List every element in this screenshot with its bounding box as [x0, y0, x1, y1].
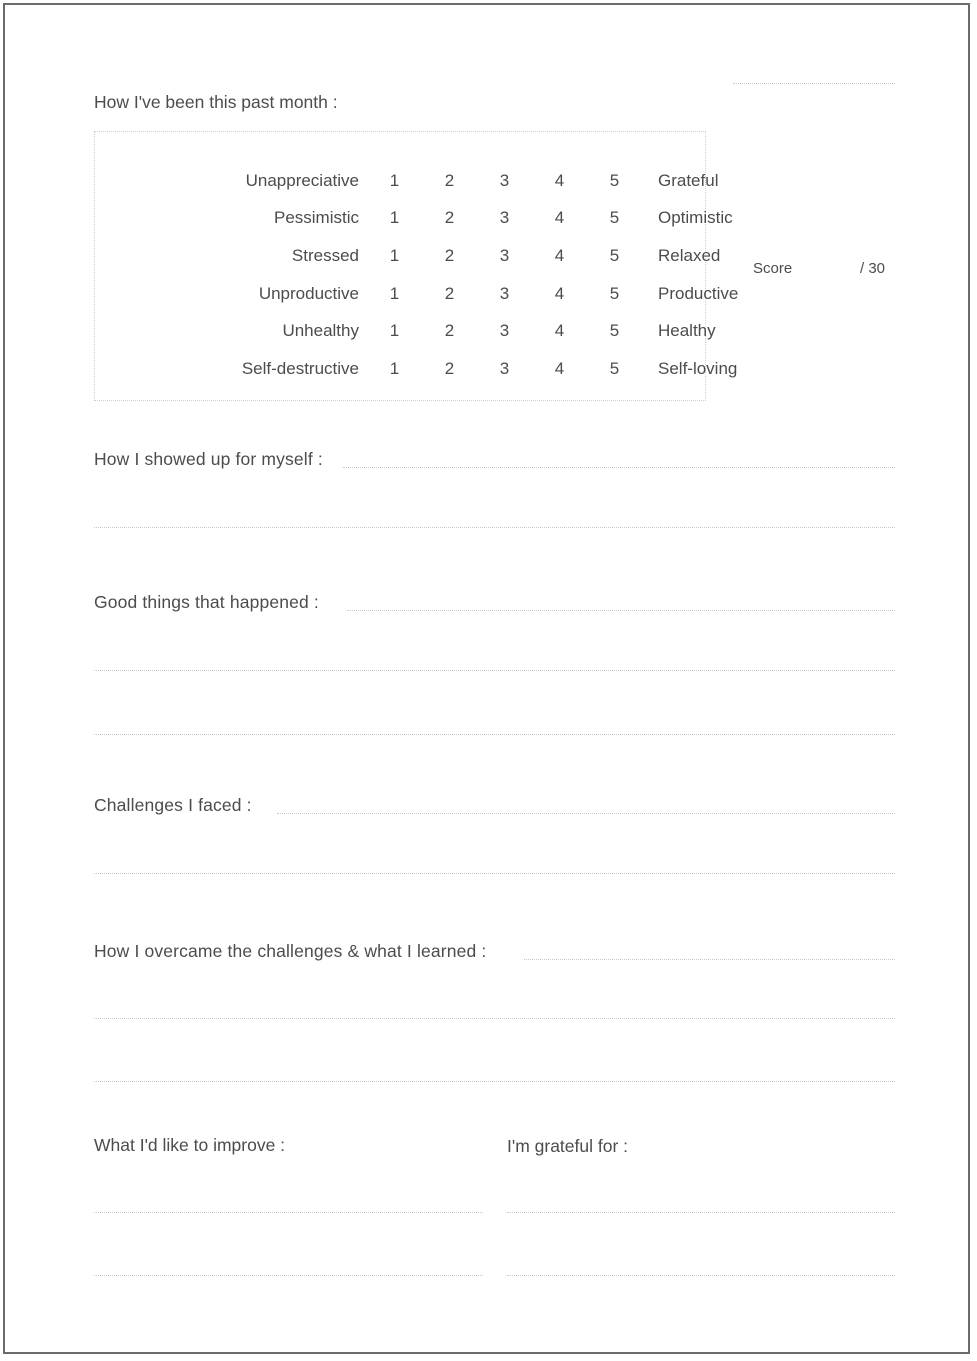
mood-positive-label: Grateful: [658, 170, 719, 190]
mood-scale-option-1[interactable]: 1: [367, 208, 422, 228]
mood-scale-option-3[interactable]: 3: [477, 246, 532, 266]
writing-line[interactable]: [94, 527, 895, 529]
mood-scale-option-2[interactable]: 2: [422, 208, 477, 228]
mood-scale-option-5[interactable]: 5: [587, 321, 642, 341]
mood-rating-matrix: Unappreciative 1 2 3 4 5 Grateful Pessimistic 1 2…: [94, 131, 739, 401]
mood-scale-option-5[interactable]: 5: [587, 359, 642, 379]
writing-line[interactable]: [94, 1018, 895, 1020]
mood-scale-option-3[interactable]: 3: [477, 171, 532, 191]
mood-scale-option-3[interactable]: 3: [477, 284, 532, 304]
mood-scale-option-5[interactable]: 5: [587, 246, 642, 266]
mood-scale-options: 12345: [367, 359, 642, 379]
mood-negative-label: Stressed: [291, 245, 359, 265]
mood-rating-row: Unappreciative 1 2 3 4 5 Grateful: [95, 162, 719, 200]
mood-scale-option-4[interactable]: 4: [532, 321, 587, 341]
mood-rating-row: Pessimistic 1 2 3 4 5 Optimistic: [95, 200, 733, 238]
worksheet-sheet: How I've been this past month : Unapprec…: [5, 5, 968, 1352]
mood-scale-option-4[interactable]: 4: [532, 171, 587, 191]
score-entry-line[interactable]: [733, 83, 895, 85]
mood-scale-option-1[interactable]: 1: [367, 321, 422, 341]
mood-scale-option-1[interactable]: 1: [367, 359, 422, 379]
column-label: I'm grateful for :: [507, 1136, 629, 1156]
section-label: Challenges I faced :: [94, 795, 252, 815]
mood-scale-option-4[interactable]: 4: [532, 359, 587, 379]
mood-scale-option-3[interactable]: 3: [477, 208, 532, 228]
mood-positive-label: Optimistic: [658, 208, 733, 228]
mood-scale-options: 12345: [367, 246, 642, 266]
mood-scale-option-5[interactable]: 5: [587, 208, 642, 228]
mood-scale-options: 12345: [367, 284, 642, 304]
mood-positive-label: Productive: [658, 283, 739, 303]
writing-line[interactable]: [94, 670, 895, 672]
mood-scale-option-1[interactable]: 1: [367, 246, 422, 266]
mood-scale-option-1[interactable]: 1: [367, 284, 422, 304]
mood-positive-label: Relaxed: [658, 245, 721, 265]
mood-scale-option-2[interactable]: 2: [422, 246, 477, 266]
mood-scale-option-5[interactable]: 5: [587, 171, 642, 191]
mood-scale-option-2[interactable]: 2: [422, 171, 477, 191]
mood-scale-option-3[interactable]: 3: [477, 321, 532, 341]
section-label: Good things that happened :: [94, 592, 319, 612]
mood-negative-label: Unappreciative: [245, 170, 359, 190]
mood-scale-option-4[interactable]: 4: [532, 246, 587, 266]
mood-scale-options: 12345: [367, 171, 642, 191]
writing-line[interactable]: [507, 1275, 895, 1277]
mood-negative-label: Unproductive: [258, 283, 359, 303]
writing-line[interactable]: [94, 1212, 483, 1214]
writing-line[interactable]: [347, 610, 895, 612]
mood-scale-options: 12345: [367, 208, 642, 228]
mood-rating-row: Stressed 1 2 3 4 5 Relaxed: [95, 237, 720, 275]
writing-line[interactable]: [94, 873, 895, 875]
mood-positive-label: Healthy: [658, 321, 716, 341]
score-label: Score: [753, 260, 793, 277]
mood-rating-row: Unproductive 1 2 3 4 5 Productive: [95, 275, 739, 313]
mood-negative-label: Self-destructive: [241, 358, 359, 378]
mood-scale-option-4[interactable]: 4: [532, 208, 587, 228]
page-title: How I've been this past month :: [94, 92, 338, 112]
writing-line[interactable]: [94, 1081, 895, 1083]
writing-line[interactable]: [94, 734, 895, 736]
mood-scale-option-2[interactable]: 2: [422, 321, 477, 341]
mood-scale-option-2[interactable]: 2: [422, 284, 477, 304]
mood-rating-rows: Unappreciative 1 2 3 4 5 Grateful Pessimistic 1 2…: [95, 162, 739, 388]
mood-negative-label: Unhealthy: [282, 321, 359, 341]
mood-scale-option-2[interactable]: 2: [422, 359, 477, 379]
mood-scale-option-5[interactable]: 5: [587, 284, 642, 304]
mood-scale-options: 12345: [367, 321, 642, 341]
mood-positive-label: Self-loving: [658, 358, 738, 378]
mood-scale-option-3[interactable]: 3: [477, 359, 532, 379]
worksheet-page: How I've been this past month : Unapprec…: [3, 3, 970, 1354]
mood-negative-label: Pessimistic: [273, 208, 359, 228]
mood-scale-option-1[interactable]: 1: [367, 171, 422, 191]
writing-line[interactable]: [277, 813, 895, 815]
writing-line[interactable]: [507, 1212, 895, 1214]
score-max-label: / 30: [860, 260, 886, 277]
mood-rating-row: Self-destructive 1 2 3 4 5 Self-loving: [95, 350, 738, 388]
writing-line[interactable]: [343, 467, 895, 469]
section-label: How I overcame the challenges & what I l…: [94, 941, 487, 961]
writing-line[interactable]: [94, 1275, 483, 1277]
mood-scale-option-4[interactable]: 4: [532, 284, 587, 304]
writing-line[interactable]: [524, 959, 895, 961]
section-label: How I showed up for myself :: [94, 449, 323, 469]
mood-rating-row: Unhealthy 1 2 3 4 5 Healthy: [95, 312, 715, 350]
column-label: What I'd like to improve :: [94, 1135, 286, 1155]
